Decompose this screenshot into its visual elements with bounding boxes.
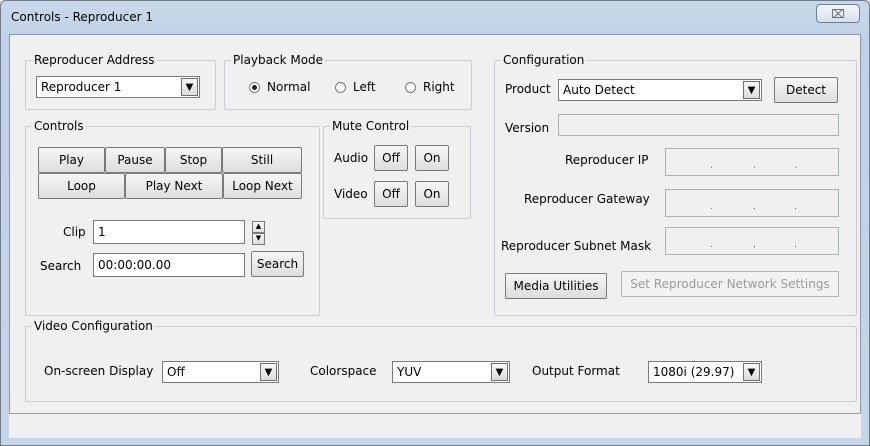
loop-next-button[interactable]: Loop Next xyxy=(223,173,302,199)
video-off-button[interactable]: Off xyxy=(374,181,408,207)
audio-on-button[interactable]: On xyxy=(415,145,449,171)
output-format-label: Output Format xyxy=(532,364,620,378)
play-button[interactable]: Play xyxy=(38,147,105,173)
reproducer-address-label: Reproducer Address xyxy=(32,53,157,67)
video-configuration-group: Video Configuration On-screen Display Of… xyxy=(25,319,857,402)
output-format-value: 1080i (29.97) xyxy=(653,365,735,379)
product-select[interactable]: Auto Detect ▼ xyxy=(558,79,762,101)
colorspace-value: YUV xyxy=(397,365,422,379)
radio-left-label[interactable]: Left xyxy=(353,80,376,94)
reproducer-ip-label: Reproducer IP xyxy=(565,153,649,167)
reproducer-gateway-label: Reproducer Gateway xyxy=(524,192,650,206)
radio-normal[interactable] xyxy=(249,82,260,93)
play-next-button[interactable]: Play Next xyxy=(125,173,223,199)
radio-normal-label[interactable]: Normal xyxy=(267,80,310,94)
audio-off-button[interactable]: Off xyxy=(374,145,408,171)
search-label: Search xyxy=(40,259,82,273)
pause-button[interactable]: Pause xyxy=(105,147,165,173)
video-configuration-label: Video Configuration xyxy=(32,319,155,333)
video-on-button[interactable]: On xyxy=(415,181,449,207)
osd-select[interactable]: Off ▼ xyxy=(162,361,279,383)
version-label: Version xyxy=(505,121,550,135)
clip-input[interactable] xyxy=(93,220,245,244)
stop-button[interactable]: Stop xyxy=(165,147,222,173)
playback-mode-label: Playback Mode xyxy=(231,53,326,67)
controls-group: Controls Play Pause Stop Still Loop Play… xyxy=(25,119,320,316)
playback-mode-group: Playback Mode Normal Left Right xyxy=(224,53,472,110)
title-bar: Controls - Reproducer 1 ⌧ xyxy=(1,1,869,35)
reproducer-address-group: Reproducer Address Reproducer 1 ▼ xyxy=(25,53,216,110)
chevron-down-icon[interactable]: ▼ xyxy=(743,363,760,381)
output-format-select[interactable]: 1080i (29.97) ▼ xyxy=(648,361,762,383)
version-field xyxy=(558,114,839,136)
client-area: Reproducer Address Reproducer 1 ▼ Playba… xyxy=(9,34,861,438)
status-bar xyxy=(9,413,861,438)
chevron-down-icon[interactable]: ▼ xyxy=(491,363,508,381)
spin-down-icon[interactable]: ▼ xyxy=(252,233,265,245)
app-window: Controls - Reproducer 1 ⌧ Reproducer Add… xyxy=(0,0,870,446)
still-button[interactable]: Still xyxy=(222,147,302,173)
controls-label: Controls xyxy=(32,119,86,133)
osd-value: Off xyxy=(167,365,185,379)
mute-control-label: Mute Control xyxy=(330,119,412,133)
chevron-down-icon[interactable]: ▼ xyxy=(743,81,760,99)
reproducer-address-select[interactable]: Reproducer 1 ▼ xyxy=(36,76,200,98)
clip-label: Clip xyxy=(63,225,86,239)
radio-left[interactable] xyxy=(335,82,346,93)
reproducer-ip-field: ... xyxy=(665,148,839,176)
loop-button[interactable]: Loop xyxy=(38,173,125,199)
chevron-down-icon[interactable]: ▼ xyxy=(260,363,277,381)
colorspace-label: Colorspace xyxy=(310,364,377,378)
product-label: Product xyxy=(505,82,551,96)
search-button[interactable]: Search xyxy=(251,251,304,277)
mute-control-group: Mute Control Audio Off On Video Off On xyxy=(323,119,471,219)
reproducer-subnet-field: ... xyxy=(665,227,839,255)
osd-label: On-screen Display xyxy=(44,364,154,378)
window-title: Controls - Reproducer 1 xyxy=(11,10,153,24)
product-value: Auto Detect xyxy=(563,83,635,97)
video-label: Video xyxy=(334,187,368,201)
radio-right-label[interactable]: Right xyxy=(423,80,455,94)
media-utilities-button[interactable]: Media Utilities xyxy=(505,273,607,299)
configuration-group: Configuration Product Auto Detect ▼ Dete… xyxy=(494,53,857,316)
configuration-label: Configuration xyxy=(501,53,587,67)
close-button[interactable]: ⌧ xyxy=(816,4,860,23)
colorspace-select[interactable]: YUV ▼ xyxy=(392,361,510,383)
spin-up-icon[interactable]: ▲ xyxy=(252,221,265,233)
search-input[interactable] xyxy=(93,253,245,277)
set-network-settings-button: Set Reproducer Network Settings xyxy=(621,271,839,297)
reproducer-address-value: Reproducer 1 xyxy=(41,80,122,94)
reproducer-subnet-label: Reproducer Subnet Mask xyxy=(501,239,652,253)
audio-label: Audio xyxy=(334,151,369,165)
reproducer-gateway-field: ... xyxy=(665,189,839,217)
detect-button[interactable]: Detect xyxy=(774,77,838,103)
close-icon: ⌧ xyxy=(831,7,845,21)
radio-right[interactable] xyxy=(405,82,416,93)
chevron-down-icon[interactable]: ▼ xyxy=(181,78,198,96)
